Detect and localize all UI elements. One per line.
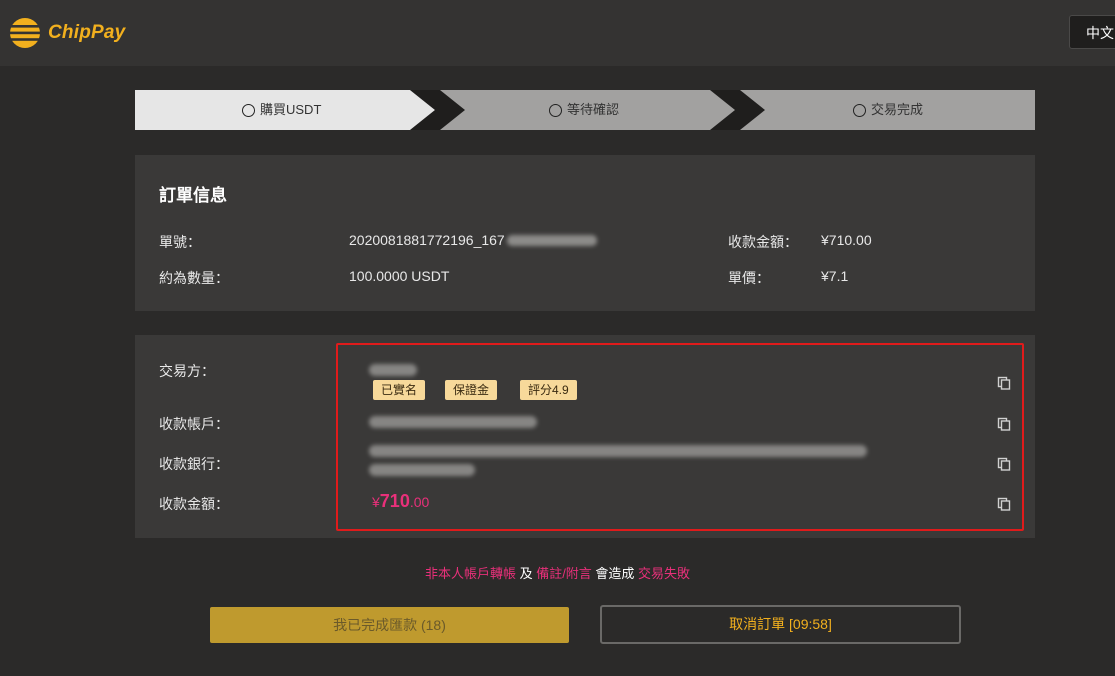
warning-failure: 交易失敗 [638,566,691,581]
approx-qty-value: 100.0000 USDT [349,268,450,284]
account-number-redacted [369,416,537,428]
redacted-block [506,234,597,246]
transfer-warning: 非本人帳戶轉帳 及 備註/附言 會造成 交易失敗 [0,563,1115,582]
amount-label: 收款金額： [728,234,798,250]
copy-counterparty-icon[interactable] [997,376,1011,390]
payee-amount: ¥710.00 [372,491,429,512]
unit-price-value: ¥7.1 [821,268,849,284]
warning-remark: 備註/附言 [536,566,592,581]
deposit-badge: 保證金 [445,380,498,400]
brand-logo[interactable]: ChipPay [8,14,125,52]
bank-name-redacted-line1 [369,445,867,457]
order-no-value: 2020081881772196_167 [349,232,597,248]
payee-details-highlight [336,343,1024,531]
language-selector[interactable]: 中文 [1069,15,1115,49]
step-complete: 交易完成 [853,90,923,130]
payee-amount-label: 收款金額： [159,496,229,512]
step-circle-icon [549,103,562,117]
step-wait-confirm: 等待確認 [549,90,619,130]
bank-name-redacted-line2 [369,464,475,476]
rating-badge: 評分4.9 [520,380,577,400]
step-buy-usdt: 購買USDT [242,90,321,130]
warning-not-own-account: 非本人帳戶轉帳 [424,566,516,581]
order-info-title: 訂單信息 [159,186,227,205]
cancel-order-button[interactable]: 取消訂單 [09:58] [600,605,961,644]
step-label: 購買USDT [260,102,322,117]
copy-amount-icon[interactable] [997,497,1011,511]
verified-badge: 已實名 [373,380,426,400]
brand-name: ChipPay [48,22,126,43]
warning-will-cause: 會造成 [591,566,639,581]
payee-info-card: 交易方： 收款帳戶： 收款銀行： 收款金額： 已實名 保證金 評分4.9 ¥71… [135,335,1035,538]
amount-decimal: .00 [409,494,430,510]
top-header: ChipPay 中文 [0,0,1115,66]
step-label: 交易完成 [871,102,924,117]
step-circle-icon [242,103,255,117]
warning-and: 及 [515,566,537,581]
order-no-label: 單號： [159,234,201,250]
payment-done-button[interactable]: 我已完成匯款 (18) [210,607,569,643]
counterparty-name-redacted [369,364,417,376]
unit-price-label: 單價： [728,270,770,286]
amount-value: ¥710.00 [821,232,872,248]
chippay-logo-icon [10,18,40,48]
account-label: 收款帳戶： [159,416,229,432]
approx-qty-label: 約為數量： [159,270,229,286]
step-label: 等待確認 [567,102,620,117]
progress-steps: 購買USDT 等待確認 交易完成 [135,90,1035,130]
currency-symbol: ¥ [372,494,380,510]
copy-bank-icon[interactable] [997,457,1011,471]
amount-integer: 710 [379,491,410,511]
counterparty-label: 交易方： [159,363,215,379]
bank-label: 收款銀行： [159,456,229,472]
copy-account-icon[interactable] [997,417,1011,431]
step-circle-icon [853,103,866,117]
order-no-text: 2020081881772196_167 [349,232,505,248]
order-info-card: 訂單信息 單號： 2020081881772196_167 約為數量： 100.… [135,155,1035,311]
